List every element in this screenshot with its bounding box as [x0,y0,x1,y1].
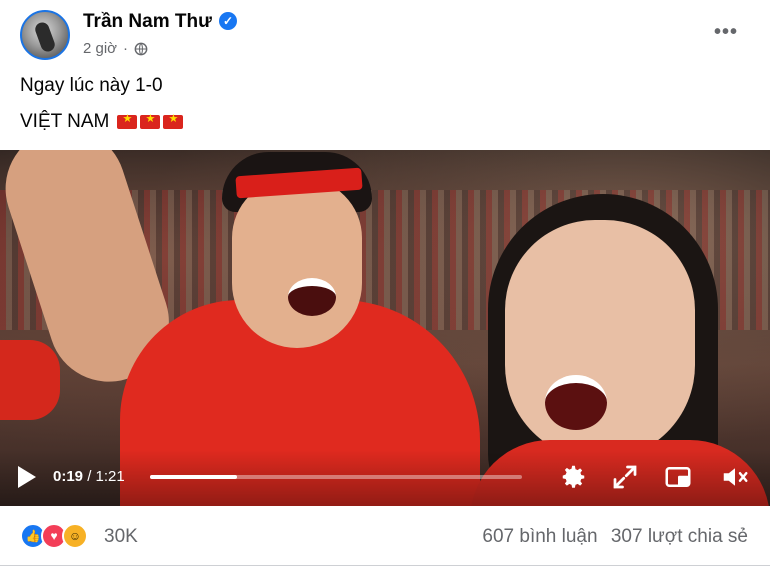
video-time: 0:19 / 1:21 [53,468,125,485]
progress-fill [150,475,238,479]
post-text-line2-label: VIỆT NAM [20,111,110,132]
video-man-face [232,178,362,348]
play-icon[interactable] [18,466,36,488]
post-text-line2: VIỆT NAM [20,111,184,133]
progress-track[interactable] [150,475,522,479]
miniplayer-icon[interactable] [663,462,693,492]
flag-icon [140,112,161,129]
more-options-icon[interactable]: ••• [708,18,744,46]
post-footer: 👍 ♥ ☺ 30K 607 bình luận 307 lượt chia sẻ [0,506,770,566]
verified-icon: ✓ [219,12,237,30]
author-name[interactable]: Trần Nam Thư [83,11,212,33]
flag-icon [117,112,138,129]
reaction-count[interactable]: 30K [104,526,138,548]
video-woman-face [505,220,695,460]
fullscreen-icon[interactable] [610,462,640,492]
comments-count[interactable]: 607 bình luận [482,526,597,547]
post-time[interactable]: 2 giờ [83,40,117,57]
current-time: 0:19 [53,468,84,485]
settings-icon[interactable] [558,462,588,492]
video-man-mouth [288,278,336,316]
video-flag [0,340,60,420]
flag-icon [163,112,184,129]
post-header: Trần Nam Thư ✓ 2 giờ · ••• [0,0,770,66]
duration: / 1:21 [87,468,125,485]
author-avatar[interactable] [20,10,70,60]
globe-icon [134,42,148,55]
post-stats: 607 bình luận 307 lượt chia sẻ [474,526,748,548]
video-woman-mouth [545,375,607,430]
haha-icon: ☺ [62,523,88,549]
post-meta: 2 giờ · [83,40,148,57]
dot-separator: · [123,40,129,57]
shares-count[interactable]: 307 lượt chia sẻ [611,526,748,547]
post-text-line1: Ngay lúc này 1-0 [20,75,163,96]
mute-icon[interactable] [720,462,750,492]
reaction-icons[interactable]: 👍 ♥ ☺ [20,523,88,549]
